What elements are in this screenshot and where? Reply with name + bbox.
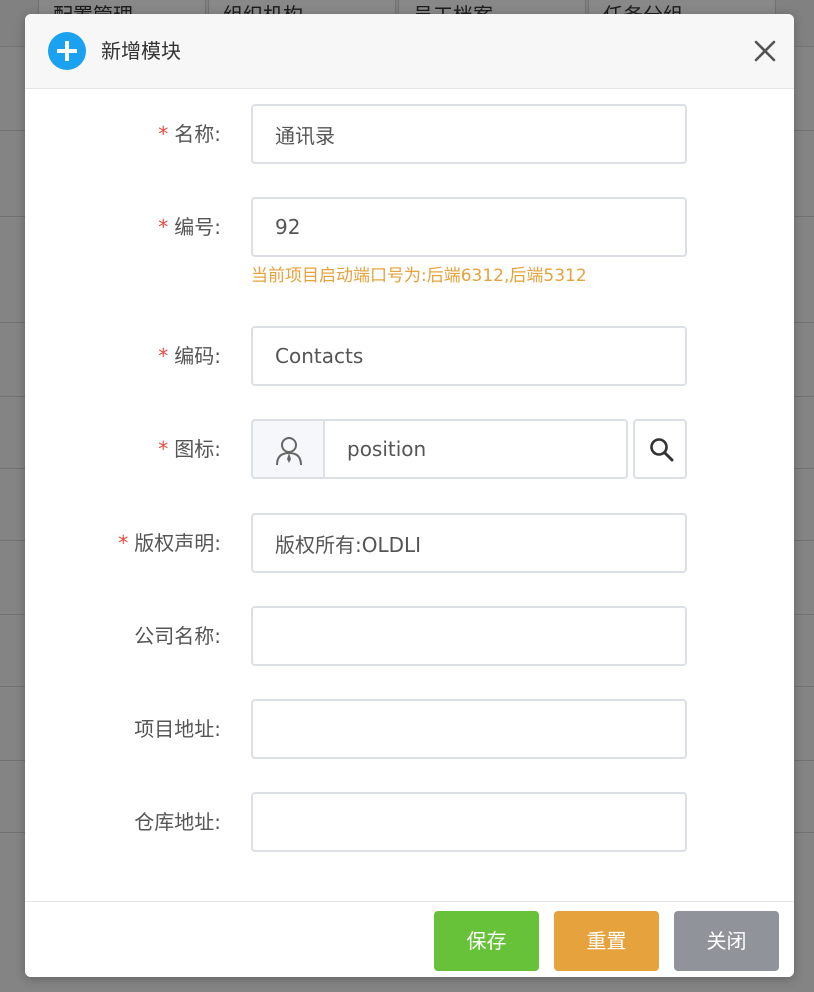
- copyright-label-text: 版权声明:: [134, 531, 221, 555]
- icon-search-button[interactable]: [633, 419, 687, 479]
- code-label-text: 编码:: [174, 344, 221, 368]
- copyright-input[interactable]: [251, 513, 687, 573]
- port-hint: 当前项目启动端口号为:后端6312,后端5312: [251, 266, 587, 286]
- project-address-label: 项目地址:: [134, 717, 221, 741]
- user-icon: [276, 437, 302, 466]
- required-mark: *: [158, 344, 169, 368]
- name-label-text: 名称:: [174, 122, 221, 146]
- icon-input[interactable]: [323, 419, 628, 479]
- company-input[interactable]: [251, 606, 687, 666]
- number-input[interactable]: [251, 197, 687, 257]
- add-module-dialog: 新增模块 *名称: *编号: 当前项目启动端口号为:后端6312,后端5312 …: [25, 14, 794, 977]
- icon-label: * 图标:: [25, 419, 221, 479]
- warehouse-address-label: 仓库地址:: [134, 810, 221, 834]
- search-icon: [650, 438, 674, 462]
- copyright-label: * 版权声明:: [25, 513, 221, 573]
- icon-preview: [251, 419, 323, 479]
- save-button[interactable]: 保存: [434, 911, 539, 971]
- project-address-input[interactable]: [251, 699, 687, 759]
- form-row-name: * 名称:: [25, 104, 794, 164]
- form-row-icon: * 图标:: [25, 419, 794, 479]
- dialog-title: 新增模块: [101, 39, 181, 63]
- required-mark: *: [158, 215, 169, 239]
- company-label: 公司名称:: [134, 624, 221, 648]
- code-label: * 编码:: [25, 326, 221, 386]
- dialog-footer: 保存 重置 关闭: [25, 901, 794, 977]
- reset-button[interactable]: 重置: [554, 911, 659, 971]
- required-mark: *: [158, 122, 169, 146]
- form-row-company: 公司名称:: [25, 606, 794, 666]
- form-row-warehouse-address: 仓库地址:: [25, 792, 794, 852]
- close-button[interactable]: 关闭: [674, 911, 779, 971]
- form-row-project-address: 项目地址:: [25, 699, 794, 759]
- close-icon[interactable]: [752, 38, 778, 64]
- name-input[interactable]: [251, 104, 687, 164]
- dialog-header: 新增模块: [25, 14, 794, 89]
- number-label: * 编号:: [25, 197, 221, 257]
- name-label: * 名称:: [25, 104, 221, 164]
- code-input[interactable]: [251, 326, 687, 386]
- form-row-number: * 编号:: [25, 197, 794, 257]
- warehouse-address-input[interactable]: [251, 792, 687, 852]
- form-row-code: * 编码:: [25, 326, 794, 386]
- number-label-text: 编号:: [174, 215, 221, 239]
- required-mark: *: [118, 531, 129, 555]
- plus-circle-icon: [48, 32, 86, 70]
- required-mark: *: [158, 437, 169, 461]
- form-row-copyright: * 版权声明:: [25, 513, 794, 573]
- icon-label-text: 图标:: [174, 437, 221, 461]
